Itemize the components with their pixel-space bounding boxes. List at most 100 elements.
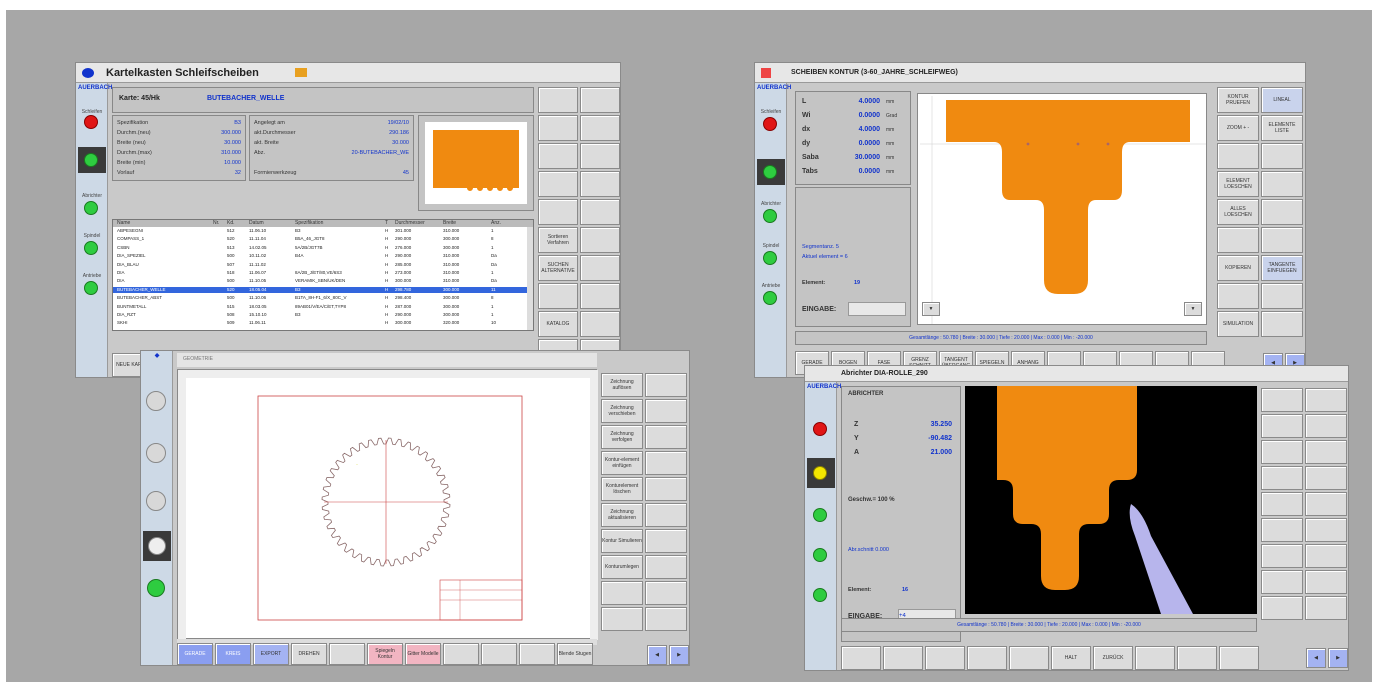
softkey-right-2[interactable] xyxy=(645,607,687,631)
softkey-bottom[interactable]: DREHEN xyxy=(291,643,327,665)
softkey-right[interactable] xyxy=(1261,143,1303,169)
softkey-bottom[interactable] xyxy=(519,643,555,665)
softkey-right[interactable] xyxy=(1217,283,1259,309)
softkey-right[interactable]: ELEMENT LOESCHEN xyxy=(1217,171,1259,197)
softkey-right[interactable] xyxy=(538,87,578,113)
nav-next-button[interactable]: ▶ xyxy=(669,645,689,665)
table-row[interactable]: SKHI 509 11.06.11 H 300.000 320.000 10 xyxy=(113,320,533,326)
softkey-right-2[interactable] xyxy=(1305,544,1347,568)
softkey-right[interactable] xyxy=(1261,283,1303,309)
table-row[interactable]: CSBN 513 14.02.05 5A/2B/JGT7B H 276.000 300.00… xyxy=(113,245,533,251)
softkey-right-2[interactable] xyxy=(1305,466,1347,490)
table-row[interactable]: DIA_SPEZIEL 500 10.11.02 B4A H 290.000 310.000… xyxy=(113,253,533,259)
softkey-right[interactable] xyxy=(1261,570,1303,594)
softkey-right-2[interactable] xyxy=(1305,492,1347,516)
softkey-right[interactable] xyxy=(1261,440,1303,464)
softkey-right[interactable]: Konturelement löschen xyxy=(601,477,643,501)
softkey-right[interactable] xyxy=(538,115,578,141)
softkey-right[interactable] xyxy=(1261,171,1303,197)
softkey-right[interactable]: SUCHEN ALTERNATIVE xyxy=(538,255,578,281)
softkey-right[interactable]: LINEAL xyxy=(1261,87,1303,113)
softkey-right-2[interactable] xyxy=(1305,570,1347,594)
softkey-right-2[interactable] xyxy=(580,283,620,309)
softkey-right-2[interactable] xyxy=(1305,440,1347,464)
nav-prev-button[interactable]: ◀ xyxy=(647,645,667,665)
softkey-right[interactable]: ELEMENTE LISTE xyxy=(1261,115,1303,141)
softkey-bottom[interactable] xyxy=(1009,646,1049,670)
softkey-right[interactable] xyxy=(1217,143,1259,169)
table-row[interactable]: DIA 500 11.10.05 VERAMIK_SBN/UK/DEN H 300.000… xyxy=(113,278,533,284)
softkey-right[interactable] xyxy=(1261,518,1303,542)
softkey-right[interactable]: Zeichnung auflösen xyxy=(601,373,643,397)
softkey-bottom[interactable]: Gitter Modelle xyxy=(405,643,441,665)
softkey-bottom[interactable]: Spiegeln Kontur xyxy=(367,643,403,665)
softkey-right-2[interactable] xyxy=(645,477,687,501)
nav-next-button[interactable]: ▶ xyxy=(1328,648,1348,668)
softkey-right[interactable] xyxy=(1217,227,1259,253)
softkey-right[interactable]: Zeichnung verschieben xyxy=(601,399,643,423)
softkey-right[interactable] xyxy=(1261,311,1303,337)
softkey-right[interactable] xyxy=(1261,388,1303,412)
softkey-bottom[interactable] xyxy=(883,646,923,670)
softkey-right[interactable] xyxy=(601,607,643,631)
softkey-bottom[interactable]: GERADE xyxy=(177,643,213,665)
softkey-right[interactable] xyxy=(1261,492,1303,516)
softkey-right[interactable] xyxy=(1261,544,1303,568)
softkey-right[interactable] xyxy=(1261,414,1303,438)
folder-icon[interactable] xyxy=(294,68,307,77)
softkey-right[interactable] xyxy=(1261,227,1303,253)
softkey-right[interactable] xyxy=(601,581,643,605)
nav-prev-button[interactable]: ◀ xyxy=(1306,648,1326,668)
softkey-bottom[interactable] xyxy=(967,646,1007,670)
table-row[interactable]: BUTEBACHER_ABST 500 11.10.06 B1TA_8H-F1_6/X… xyxy=(113,295,533,301)
softkey-right[interactable] xyxy=(538,199,578,225)
softkey-right[interactable]: Sortieren Verfahren xyxy=(538,227,578,253)
softkey-right-2[interactable] xyxy=(580,115,620,141)
table-row[interactable]: BUNTMETALL 515 18.03.05 89AB01/V/EA/C/ET,TY… xyxy=(113,304,533,310)
table-row[interactable]: BUTEBACHER_WELLE 520 18.05.04 B3 H 298.780 300… xyxy=(113,286,533,293)
softkey-right-2[interactable] xyxy=(580,143,620,169)
softkey-right-2[interactable] xyxy=(1305,414,1347,438)
softkey-right[interactable]: Kontur Simulieren xyxy=(601,529,643,553)
softkey-right-2[interactable] xyxy=(645,555,687,579)
softkey-right[interactable] xyxy=(538,171,578,197)
softkey-right[interactable] xyxy=(538,143,578,169)
table-row[interactable]: ABPESEGNI 512 11.06.10 B3 H 301.000 310.000 1 xyxy=(113,228,533,234)
softkey-right-2[interactable] xyxy=(580,227,620,253)
softkey-right-2[interactable] xyxy=(580,171,620,197)
softkey-right[interactable] xyxy=(1261,466,1303,490)
softkey-right[interactable]: Zeichnung verfolgen xyxy=(601,425,643,449)
table-row[interactable]: COMPASS_1 520 11.11.04 B5A_46_JGT8 H 290.000 3… xyxy=(113,236,533,242)
softkey-right[interactable]: KOPIEREN xyxy=(1217,255,1259,281)
softkey-right-2[interactable] xyxy=(645,425,687,449)
softkey-right-2[interactable] xyxy=(580,255,620,281)
softkey-right[interactable] xyxy=(1261,199,1303,225)
eingabe-input[interactable] xyxy=(848,302,906,316)
table-row[interactable]: DIA 518 11.06.07 8A/2B_J/ET/80,VE/6S3 H 273.0… xyxy=(113,270,533,276)
softkey-bottom[interactable] xyxy=(1177,646,1217,670)
softkey-bottom[interactable]: Blende Stugen xyxy=(557,643,593,665)
scroll-down-button[interactable]: ▼ xyxy=(1184,302,1202,316)
softkey-right[interactable]: ZOOM + - xyxy=(1217,115,1259,141)
softkey-right[interactable]: ALLES LOESCHEN xyxy=(1217,199,1259,225)
softkey-bottom[interactable] xyxy=(1135,646,1175,670)
softkey-bottom[interactable]: ZURÜCK xyxy=(1093,646,1133,670)
softkey-right-2[interactable] xyxy=(580,87,620,113)
softkey-right-2[interactable] xyxy=(645,503,687,527)
softkey-right-2[interactable] xyxy=(1305,388,1347,412)
scroll-down-button[interactable]: ▼ xyxy=(922,302,940,316)
softkey-right[interactable]: KONTUR PRUEFEN xyxy=(1217,87,1259,113)
table-scrollbar[interactable] xyxy=(527,227,533,330)
softkey-bottom[interactable] xyxy=(329,643,365,665)
table-row[interactable]: DIA_RZT 508 15.10.10 B3 H 290.000 300.000 1 xyxy=(113,312,533,318)
softkey-right[interactable]: Zeichnung aktualisieren xyxy=(601,503,643,527)
softkey-right-2[interactable] xyxy=(645,399,687,423)
softkey-bottom[interactable]: HALT xyxy=(1051,646,1091,670)
softkey-right[interactable]: KATALOG xyxy=(538,311,578,337)
softkey-right[interactable]: Kontur-element einfügen xyxy=(601,451,643,475)
softkey-right-2[interactable] xyxy=(645,451,687,475)
table-row[interactable]: DIA_BLAU 507 11.11.02 H 285.000 310.000 Da xyxy=(113,262,533,268)
softkey-bottom[interactable] xyxy=(443,643,479,665)
softkey-bottom[interactable]: KREIS xyxy=(215,643,251,665)
softkey-right[interactable] xyxy=(538,283,578,309)
